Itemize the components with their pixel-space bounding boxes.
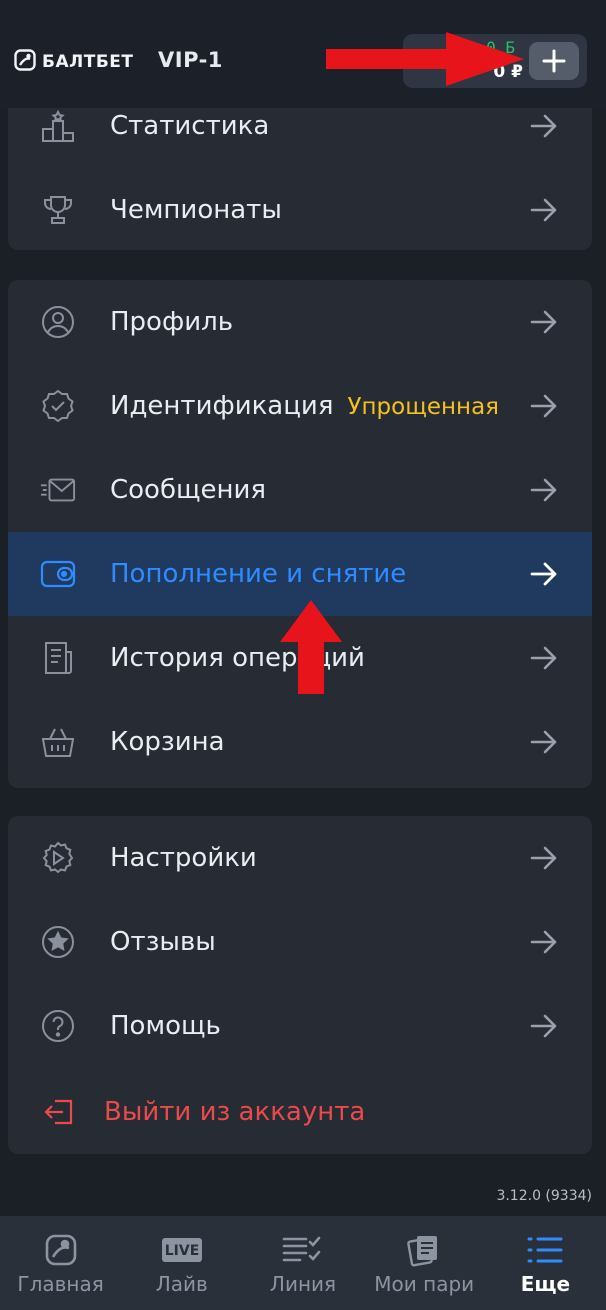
menu-item-label: Выйти из аккаунта	[104, 1097, 366, 1127]
verification-badge-icon	[40, 388, 76, 424]
arrow-right-icon	[530, 478, 557, 502]
identification-label: Идентификация	[110, 391, 334, 421]
arrow-right-icon	[530, 310, 557, 334]
menu-item-label: Корзина	[110, 727, 225, 757]
profile-icon	[40, 304, 76, 340]
logo-text: БАЛТБЕТ	[42, 52, 134, 72]
logo-ball-icon	[14, 49, 36, 75]
menu-item-help[interactable]: Помощь	[8, 984, 592, 1068]
help-icon	[40, 1008, 76, 1044]
settings-icon	[40, 840, 76, 876]
logout-icon	[40, 1094, 76, 1130]
logo[interactable]: БАЛТБЕТ	[14, 49, 134, 75]
menu-group-info: Статистика Чемпионаты	[8, 84, 592, 250]
plus-icon	[542, 49, 566, 73]
receipt-icon	[40, 640, 76, 676]
menu-item-label: Настройки	[110, 843, 257, 873]
annotation-arrow-up	[280, 600, 342, 694]
menu-item-label: Чемпионаты	[110, 195, 282, 225]
menu-item-championships[interactable]: Чемпионаты	[8, 168, 592, 250]
menu-item-label: Статистика	[110, 111, 270, 141]
identification-status-badge: Упрощенная	[347, 394, 500, 420]
deposit-plus-button[interactable]	[529, 42, 579, 80]
menu-item-basket[interactable]: Корзина	[8, 700, 592, 784]
menu-item-label: Помощь	[110, 1011, 221, 1041]
nav-my-bets[interactable]: Мои пари	[364, 1216, 485, 1310]
checklist-icon	[282, 1232, 324, 1268]
menu-item-label: Пополнение и снятие	[110, 559, 407, 589]
annotation-arrow-right	[326, 32, 524, 86]
nav-label: Главная	[17, 1272, 104, 1296]
nav-home[interactable]: Главная	[0, 1216, 121, 1310]
live-icon-text: LIVE	[165, 1243, 200, 1259]
more-list-icon	[526, 1232, 564, 1268]
live-icon: LIVE	[161, 1232, 203, 1268]
menu-item-identification[interactable]: Идентификация Упрощенная	[8, 364, 592, 448]
app-version: 3.12.0 (9334)	[496, 1188, 592, 1204]
star-icon	[40, 924, 76, 960]
basket-icon	[40, 724, 76, 760]
menu-item-label: Сообщения	[110, 475, 267, 505]
menu-item-profile[interactable]: Профиль	[8, 280, 592, 364]
arrow-right-icon	[530, 646, 557, 670]
nav-more[interactable]: Еще	[485, 1216, 606, 1310]
arrow-right-icon	[530, 394, 557, 418]
home-ball-icon	[44, 1232, 78, 1268]
menu-item-messages[interactable]: Сообщения	[8, 448, 592, 532]
vip-level[interactable]: VIP-1	[158, 48, 223, 72]
envelope-icon	[40, 472, 76, 508]
menu-item-label: Отзывы	[110, 927, 216, 957]
arrow-right-icon	[530, 1014, 557, 1038]
arrow-right-icon	[530, 846, 557, 870]
menu-group-account: Профиль Идентификация Упрощенная Сообщени…	[8, 280, 592, 788]
menu-group-app: Настройки Отзывы Помощь Выйти из аккаунт…	[8, 816, 592, 1154]
podium-icon	[40, 108, 76, 144]
nav-label: Линия	[269, 1272, 337, 1296]
bottom-nav: Главная LIVE Лайв Линия Мои пари Еще	[0, 1216, 606, 1310]
arrow-right-icon	[530, 114, 557, 138]
menu-item-label: Идентификация Упрощенная	[110, 391, 499, 421]
arrow-right-icon	[530, 198, 557, 222]
menu-item-reviews[interactable]: Отзывы	[8, 900, 592, 984]
arrow-right-icon	[530, 730, 557, 754]
menu-item-logout[interactable]: Выйти из аккаунта	[8, 1070, 592, 1154]
nav-live[interactable]: LIVE Лайв	[121, 1216, 242, 1310]
nav-line[interactable]: Линия	[242, 1216, 363, 1310]
arrow-right-icon	[530, 562, 557, 586]
menu-item-settings[interactable]: Настройки	[8, 816, 592, 900]
trophy-icon	[40, 192, 76, 228]
nav-label: Еще	[520, 1272, 571, 1296]
nav-label: Мои пари	[374, 1272, 475, 1296]
arrow-right-icon	[530, 930, 557, 954]
bets-icon	[407, 1232, 441, 1268]
wallet-icon	[40, 556, 76, 592]
nav-label: Лайв	[155, 1272, 208, 1296]
menu-item-label: Профиль	[110, 307, 234, 337]
